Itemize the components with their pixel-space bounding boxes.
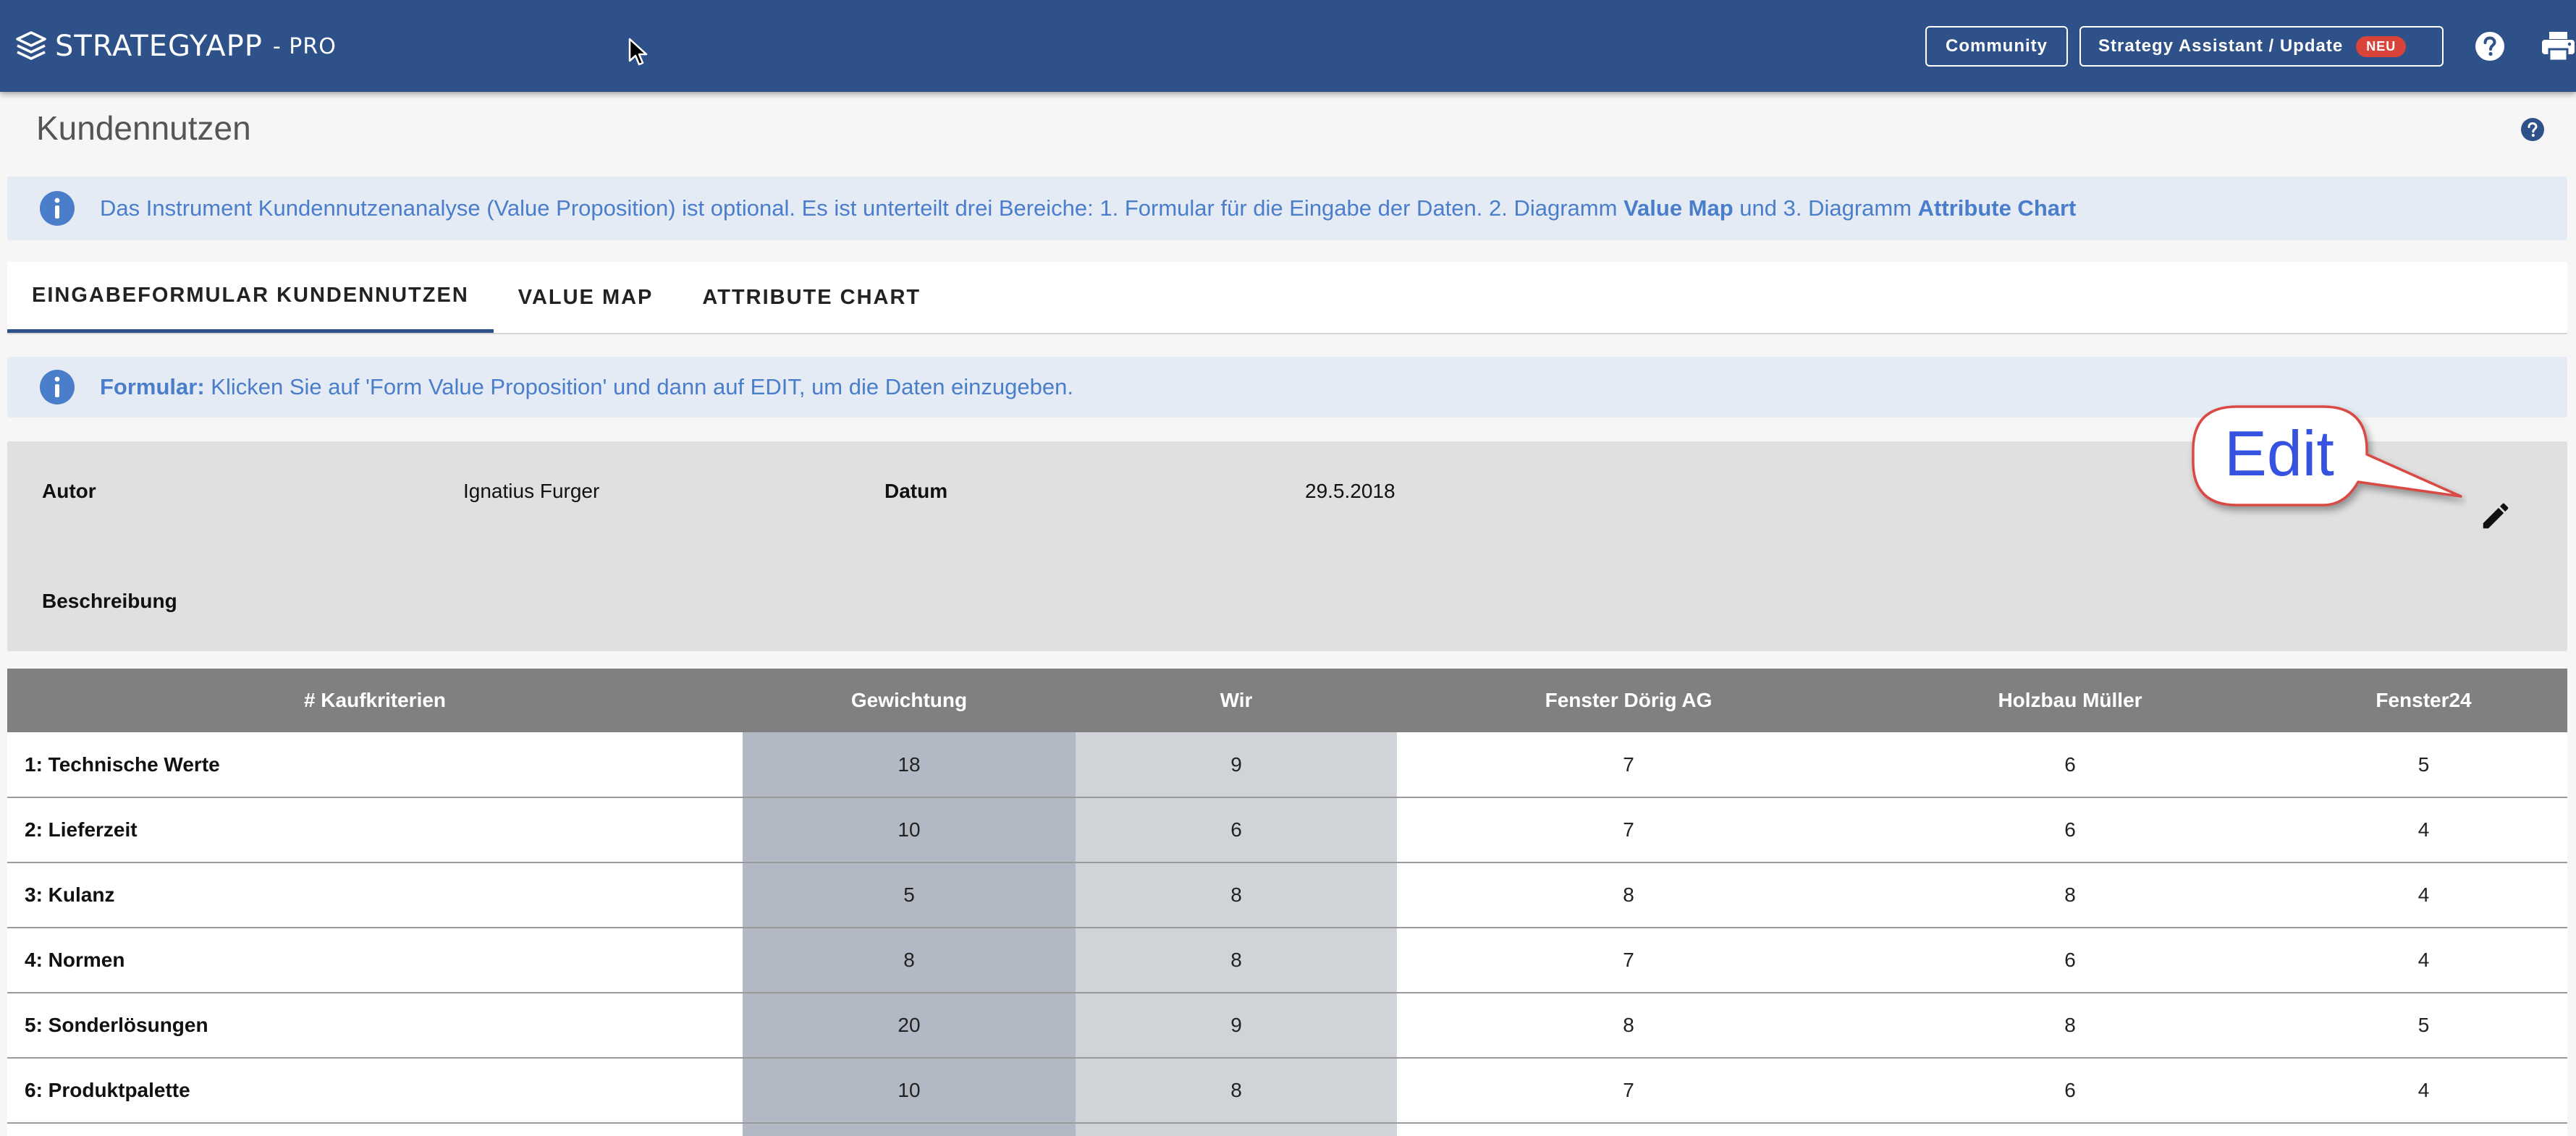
author-label: Autor <box>42 480 96 502</box>
criterion-cell: 3: Kulanz <box>7 862 743 928</box>
criterion-cell: 2: Lieferzeit <box>7 797 743 863</box>
competitor-score-cell: 5 <box>2280 732 2567 798</box>
tab-attribute-chart-label: ATTRIBUTE CHART <box>702 285 921 309</box>
app-logo[interactable]: STRATEGYAPP - PRO <box>14 26 337 67</box>
criterion-cell: 5: Sonderlösungen <box>7 993 743 1059</box>
tab-attribute-chart[interactable]: ATTRIBUTE CHART <box>677 262 945 333</box>
competitor-score-cell: 7 <box>1397 928 1860 993</box>
community-button[interactable]: Community <box>1925 26 2068 67</box>
column-header: # Kaufkriterien <box>7 669 743 732</box>
criterion-cell: 4: Normen <box>7 928 743 993</box>
new-badge: NEU <box>2356 35 2407 57</box>
date-label: Datum <box>884 480 948 502</box>
page-help-icon[interactable] <box>2520 117 2545 142</box>
value-proposition-meta-panel: Autor Ignatius Furger Datum 29.5.2018 Be… <box>7 441 2567 651</box>
competitor-score-cell: 6 <box>1860 797 2280 863</box>
own-score-cell: 9 <box>1076 732 1397 798</box>
competitor-score-cell: 4 <box>2280 862 2567 928</box>
kaufkriterien-table: # Kaufkriterien Gewichtung Wir Fenster D… <box>7 669 2567 1136</box>
tab-eingabeformular-label: EINGABEFORMULAR KUNDENNUTZEN <box>32 284 469 307</box>
table-row[interactable]: 3: Kulanz 5 8 8 8 4 <box>7 862 2567 928</box>
weight-cell: 20 <box>743 993 1076 1059</box>
competitor-score-cell: 5 <box>2280 993 2567 1059</box>
table-row[interactable]: 6: Produktpalette 10 8 7 6 4 <box>7 1058 2567 1124</box>
competitor-score-cell: 6 <box>1860 928 2280 993</box>
table-row[interactable]: 2: Lieferzeit 10 6 7 6 4 <box>7 797 2567 863</box>
competitor-score-cell: 7 <box>1397 732 1860 798</box>
edit-callout-text: Edit <box>2224 417 2334 489</box>
competitor-score-cell: 8 <box>1397 993 1860 1059</box>
date-value: 29.5.2018 <box>1305 480 1395 502</box>
competitor-score-cell: 4 <box>2280 928 2567 993</box>
strategy-assistant-button[interactable]: Strategy Assistant / Update NEU <box>2079 26 2444 67</box>
own-score-cell: 9 <box>1076 993 1397 1059</box>
author-value: Ignatius Furger <box>463 480 600 502</box>
tab-value-map[interactable]: VALUE MAP <box>494 262 678 333</box>
strategy-assistant-label: Strategy Assistant / Update <box>2098 36 2344 56</box>
table-row[interactable]: 5: Sonderlösungen 20 9 8 8 5 <box>7 993 2567 1059</box>
own-score-cell <box>1076 1123 1397 1136</box>
weight-cell <box>743 1123 1076 1136</box>
form-info-body: Klicken Sie auf 'Form Value Proposition'… <box>204 374 1073 399</box>
intro-attribute-chart-emphasis: Attribute Chart <box>1917 195 2077 221</box>
help-icon[interactable] <box>2474 30 2506 62</box>
print-icon[interactable] <box>2541 30 2576 62</box>
competitor-score-cell: 8 <box>1397 862 1860 928</box>
own-score-cell: 6 <box>1076 797 1397 863</box>
tab-eingabeformular[interactable]: EINGABEFORMULAR KUNDENNUTZEN <box>7 262 494 333</box>
info-icon <box>40 191 75 226</box>
form-info-banner: Formular: Klicken Sie auf 'Form Value Pr… <box>7 357 2567 417</box>
competitor-score-cell <box>1397 1123 1860 1136</box>
intro-value-map-emphasis: Value Map <box>1623 195 1733 221</box>
table-row[interactable]: 1: Technische Werte 18 9 7 6 5 <box>7 732 2567 798</box>
competitor-score-cell: 4 <box>2280 1058 2567 1124</box>
info-icon <box>40 370 75 404</box>
column-header: Fenster Dörig AG <box>1397 669 1860 732</box>
logo-text: STRATEGYAPP <box>55 30 263 63</box>
edit-pencil-icon[interactable] <box>2479 499 2512 533</box>
tab-value-map-label: VALUE MAP <box>518 285 654 309</box>
competitor-score-cell <box>2280 1123 2567 1136</box>
weight-cell: 5 <box>743 862 1076 928</box>
column-header: Wir <box>1076 669 1397 732</box>
logo-edition: - PRO <box>272 33 337 59</box>
page-title: Kundennutzen <box>36 109 251 147</box>
criterion-cell: 6: Produktpalette <box>7 1058 743 1124</box>
competitor-score-cell: 8 <box>1860 993 2280 1059</box>
table-header-row: # Kaufkriterien Gewichtung Wir Fenster D… <box>7 669 2567 732</box>
intro-info-text: Das Instrument Kundennutzenanalyse (Valu… <box>100 195 2076 221</box>
weight-cell: 18 <box>743 732 1076 798</box>
weight-cell: 10 <box>743 797 1076 863</box>
competitor-score-cell <box>1860 1123 2280 1136</box>
competitor-score-cell: 4 <box>2280 797 2567 863</box>
form-info-emphasis: Formular: <box>100 374 205 399</box>
column-header: Gewichtung <box>743 669 1076 732</box>
stack-logo-icon <box>16 31 46 60</box>
description-label: Beschreibung <box>42 590 177 612</box>
competitor-score-cell: 7 <box>1397 1058 1860 1124</box>
column-header: Holzbau Müller <box>1860 669 2280 732</box>
competitor-score-cell: 6 <box>1860 732 2280 798</box>
competitor-score-cell: 6 <box>1860 1058 2280 1124</box>
weight-cell: 8 <box>743 928 1076 993</box>
own-score-cell: 8 <box>1076 862 1397 928</box>
top-app-bar: STRATEGYAPP - PRO Community Strategy Ass… <box>0 0 2576 92</box>
intro-text-part1: Das Instrument Kundennutzenanalyse (Valu… <box>100 195 1624 221</box>
table-row[interactable] <box>7 1123 2567 1136</box>
community-button-label: Community <box>1946 36 2048 56</box>
form-info-text: Formular: Klicken Sie auf 'Form Value Pr… <box>100 374 1073 400</box>
criterion-cell: 1: Technische Werte <box>7 732 743 798</box>
competitor-score-cell: 8 <box>1860 862 2280 928</box>
table-row[interactable]: 4: Normen 8 8 7 6 4 <box>7 928 2567 993</box>
intro-text-part2: und 3. Diagramm <box>1733 195 1918 221</box>
mouse-cursor-icon <box>628 38 648 66</box>
criterion-cell <box>7 1123 743 1136</box>
tab-bar: EINGABEFORMULAR KUNDENNUTZEN VALUE MAP A… <box>7 262 2567 334</box>
intro-info-banner: Das Instrument Kundennutzenanalyse (Valu… <box>7 177 2567 240</box>
own-score-cell: 8 <box>1076 1058 1397 1124</box>
competitor-score-cell: 7 <box>1397 797 1860 863</box>
own-score-cell: 8 <box>1076 928 1397 993</box>
column-header: Fenster24 <box>2280 669 2567 732</box>
weight-cell: 10 <box>743 1058 1076 1124</box>
